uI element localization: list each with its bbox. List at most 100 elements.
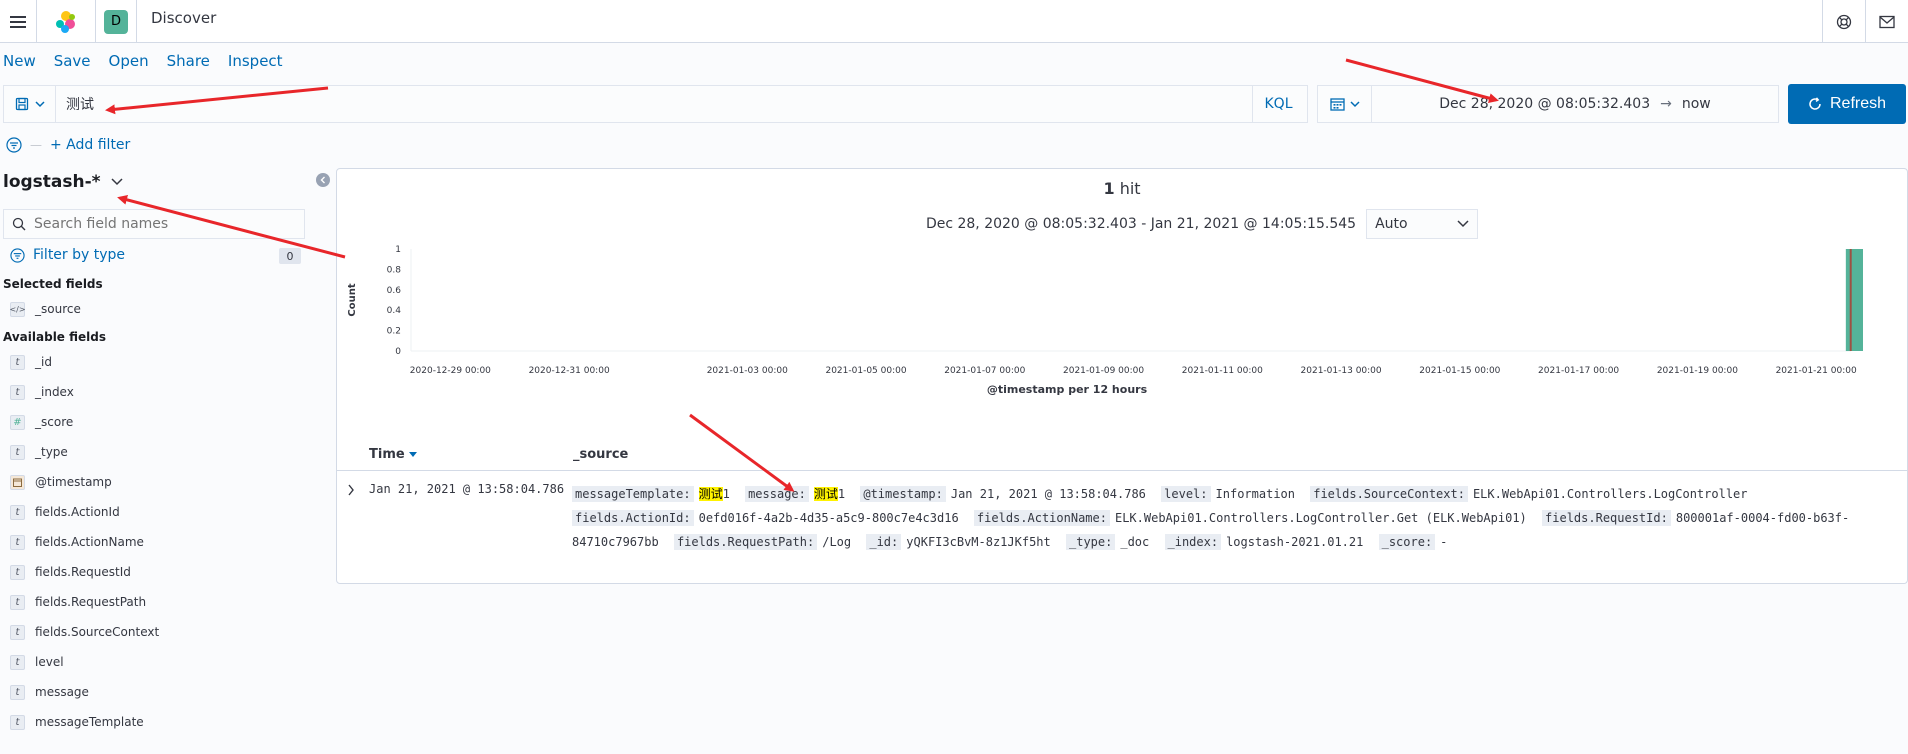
hit-count: 1 hit (337, 179, 1907, 198)
filter-divider: — (30, 138, 42, 152)
save-link[interactable]: Save (54, 52, 91, 76)
field-item-score[interactable]: # _score (10, 412, 73, 432)
filter-by-type-button[interactable]: Filter by type (10, 247, 125, 263)
collapse-sidebar-button[interactable] (316, 173, 330, 187)
x-tick-label: 2021-01-07 00:00 (944, 366, 1025, 376)
chevron-down-icon (34, 100, 45, 107)
field-item-type[interactable]: t _type (10, 442, 68, 462)
time-column-header[interactable]: Time (369, 447, 417, 462)
time-range-row: Dec 28, 2020 @ 08:05:32.403 - Jan 21, 20… (337, 209, 1907, 239)
add-filter-button[interactable]: + Add filter (50, 137, 130, 153)
filter-bar: — + Add filter (6, 135, 130, 155)
field-name: @timestamp (35, 475, 112, 489)
chevron-down-icon (1457, 220, 1469, 228)
chevron-left-icon (320, 176, 325, 184)
string-type-icon: t (10, 564, 25, 580)
field-item-request-id[interactable]: t fields.RequestId (10, 562, 131, 582)
string-type-icon: t (10, 594, 25, 610)
menu-button[interactable] (0, 0, 36, 43)
expand-row-button[interactable] (347, 481, 355, 500)
y-tick-label: 0.2 (387, 327, 401, 337)
y-axis-title: Count (347, 283, 358, 316)
source-field-key: @timestamp: (860, 486, 946, 502)
chevron-down-icon (111, 178, 123, 186)
x-tick-label: 2021-01-13 00:00 (1301, 366, 1382, 376)
open-link[interactable]: Open (109, 52, 149, 76)
field-item-request-path[interactable]: t fields.RequestPath (10, 592, 146, 612)
interval-value: Auto (1375, 216, 1408, 232)
source-field-value: Jan 21, 2021 @ 13:58:04.786 (950, 487, 1146, 501)
field-name: _id (35, 355, 52, 369)
source-field-value-text: 1 (837, 487, 846, 501)
field-name: fields.ActionId (35, 505, 120, 519)
field-name: messageTemplate (35, 715, 144, 729)
field-item-source-context[interactable]: t fields.SourceContext (10, 622, 159, 642)
available-fields-title: Available fields (3, 330, 107, 344)
histogram-chart: 0 0.2 0.4 0.6 0.8 1 Count 2020-12-29 00:00 2020-… (347, 245, 1863, 396)
refresh-button[interactable]: Refresh (1788, 84, 1906, 124)
source-field-value: Information (1215, 487, 1295, 501)
interval-select[interactable]: Auto (1366, 209, 1479, 239)
end-date-button[interactable]: now (1682, 96, 1711, 112)
x-tick-label: 2021-01-11 00:00 (1182, 366, 1263, 376)
new-link[interactable]: New (3, 52, 36, 76)
date-range: Dec 28, 2020 @ 08:05:32.403 → now (1372, 86, 1778, 122)
field-name: _score (35, 415, 74, 429)
share-link[interactable]: Share (167, 52, 210, 76)
space-selector[interactable]: D (96, 0, 136, 43)
field-name: fields.ActionName (35, 535, 144, 549)
field-item-action-id[interactable]: t fields.ActionId (10, 502, 120, 522)
index-pattern-selector[interactable]: logstash-* (3, 172, 123, 192)
source-field-value: ELK.WebApi01.Controllers.LogController.G… (1114, 511, 1527, 525)
field-item-message[interactable]: t message (10, 682, 89, 702)
field-item-index[interactable]: t _index (10, 382, 74, 402)
y-tick-label: 0.8 (387, 265, 402, 275)
field-item-message-template[interactable]: t messageTemplate (10, 712, 144, 732)
top-nav-menu: New Save Open Share Inspect (0, 52, 301, 76)
quick-select-button[interactable] (1318, 86, 1372, 122)
field-item-source[interactable]: </> _source (9, 299, 81, 319)
sort-desc-icon[interactable] (408, 452, 417, 457)
string-type-icon: t (10, 384, 25, 400)
field-name: fields.SourceContext (35, 625, 160, 639)
breadcrumb-discover: Discover (151, 9, 217, 27)
search-query-input[interactable]: 测试 (66, 94, 94, 114)
filter-menu-icon[interactable] (6, 137, 22, 153)
elastic-logo-icon (56, 10, 75, 33)
source-field-key: level: (1161, 486, 1211, 502)
source-field-key: fields.ActionId: (572, 510, 694, 526)
field-name: _index (35, 385, 74, 399)
start-date-button[interactable]: Dec 28, 2020 @ 08:05:32.403 (1439, 96, 1650, 112)
number-type-icon: # (10, 414, 25, 430)
field-item-timestamp[interactable]: @timestamp (10, 472, 112, 492)
newsfeed-button[interactable] (1866, 0, 1908, 43)
string-type-icon: t (10, 354, 25, 370)
date-picker: Dec 28, 2020 @ 08:05:32.403 → now (1317, 85, 1779, 123)
hit-count-value: 1 (1103, 179, 1115, 198)
field-name: _source (35, 302, 81, 316)
source-field-key: message: (745, 486, 809, 502)
help-lifebuoy-icon (1836, 14, 1852, 29)
x-tick-label: 2021-01-21 00:00 (1776, 366, 1857, 376)
source-type-icon: </> (9, 301, 26, 317)
y-tick-label: 0.6 (387, 286, 402, 296)
query-language-switch[interactable]: KQL (1252, 86, 1304, 122)
index-pattern-title: logstash-* (3, 172, 101, 192)
results-panel: 1 hit Dec 28, 2020 @ 08:05:32.403 - Jan … (336, 168, 1908, 584)
field-item-action-name[interactable]: t fields.ActionName (10, 532, 144, 552)
source-field-key: fields.RequestPath: (673, 534, 818, 550)
query-bar: 测试 KQL (3, 85, 1308, 123)
source-field-key: _id: (866, 534, 902, 550)
header-divider (136, 0, 137, 43)
table-divider (337, 470, 1907, 471)
field-search-input[interactable] (34, 216, 284, 232)
saved-query-button[interactable] (4, 86, 56, 122)
help-button[interactable] (1823, 0, 1865, 43)
calendar-icon (1329, 98, 1345, 111)
string-type-icon: t (10, 654, 25, 670)
hit-count-label: hit (1119, 179, 1141, 198)
elastic-logo[interactable] (37, 0, 95, 43)
field-item-level[interactable]: t level (10, 652, 64, 672)
inspect-link[interactable]: Inspect (228, 52, 283, 76)
field-item-id[interactable]: t _id (10, 352, 52, 372)
